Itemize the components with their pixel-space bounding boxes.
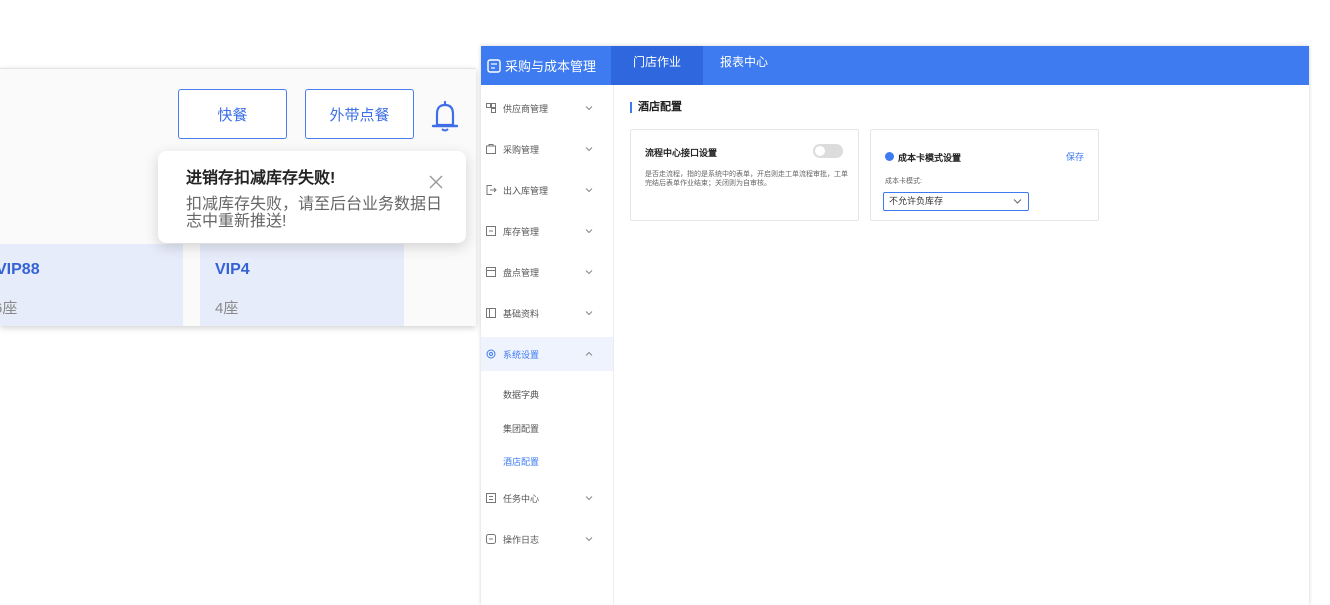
- sidebar-item-label: 库存管理: [503, 226, 540, 237]
- toast-title: 进销存扣减库存失败!: [186, 170, 336, 187]
- sidebar-item-purchase[interactable]: 采购管理: [481, 132, 613, 166]
- submenu-group-config[interactable]: 集团配置: [503, 422, 539, 435]
- sidebar-item-settings[interactable]: 系统设置: [481, 337, 613, 371]
- task-icon: [486, 493, 496, 503]
- chevron-down-icon: [1013, 199, 1022, 204]
- workflow-interface-card: 流程中心接口设置 是否走流程，指的是系统中的表单，开启则走工单流程审批，工单完结…: [630, 129, 859, 221]
- save-button[interactable]: 保存: [1066, 150, 1084, 163]
- chevron-down-icon: [585, 311, 593, 316]
- table-card[interactable]: VIP4 4座: [200, 244, 404, 326]
- cost-card-mode-select[interactable]: 不允许负库存: [883, 192, 1029, 211]
- sidebar-item-label: 基础资料: [503, 308, 540, 319]
- stocktake-icon: [486, 267, 496, 277]
- status-dot: [885, 152, 894, 161]
- field-label: 成本卡模式:: [885, 178, 922, 185]
- close-icon[interactable]: [428, 174, 444, 190]
- chevron-down-icon: [585, 537, 593, 542]
- brand-title: 采购与成本管理: [505, 59, 597, 74]
- table-name: VIP88: [0, 261, 40, 278]
- table-name: VIP4: [215, 261, 250, 278]
- submenu-hotel-config[interactable]: 酒店配置: [503, 455, 539, 468]
- settings-icon: [486, 349, 496, 359]
- tab-store-ops[interactable]: 门店作业: [611, 46, 703, 85]
- log-icon: [486, 534, 496, 544]
- workflow-toggle[interactable]: [813, 144, 843, 158]
- cost-card-mode-card: 成本卡模式设置 保存 成本卡模式: 不允许负库存: [870, 129, 1099, 221]
- inout-icon: [486, 185, 497, 195]
- sidebar-item-label: 供应商管理: [503, 103, 549, 114]
- sidebar-item-task-center[interactable]: 任务中心: [481, 481, 613, 515]
- sidebar-item-label: 采购管理: [503, 144, 540, 155]
- inventory-icon: [486, 226, 496, 236]
- takeout-button[interactable]: 外带点餐: [305, 89, 414, 139]
- sidebar-item-inout[interactable]: 出入库管理: [481, 173, 613, 207]
- sidebar-item-label: 盘点管理: [503, 267, 540, 278]
- card-description: 是否走流程，指的是系统中的表单，开启则走工单流程审批，工单完结后表单作业结束；关…: [645, 171, 848, 187]
- sidebar-item-supplier[interactable]: 供应商管理: [481, 91, 613, 125]
- sidebar-item-label: 出入库管理: [503, 185, 549, 196]
- select-value: 不允许负库存: [889, 196, 944, 206]
- tab-report-center[interactable]: 报表中心: [715, 46, 773, 85]
- card-title: 成本卡模式设置: [898, 153, 962, 163]
- chevron-down-icon: [585, 496, 593, 501]
- chevron-up-icon: [585, 351, 593, 356]
- table-card[interactable]: VIP88 6座: [0, 244, 183, 326]
- fast-food-button[interactable]: 快餐: [178, 89, 287, 139]
- sidebar-item-operation-log[interactable]: 操作日志: [481, 522, 613, 556]
- card-title: 流程中心接口设置: [645, 148, 718, 158]
- admin-app-window: 采购与成本管理 门店作业 报表中心 供应商管理 采购管理 出入库管理 库存管理 …: [481, 46, 1309, 605]
- sidebar-item-label: 任务中心: [503, 493, 540, 504]
- sidebar-item-basic-data[interactable]: 基础资料: [481, 296, 613, 330]
- page-title: 酒店配置: [630, 102, 682, 113]
- chevron-down-icon: [585, 188, 593, 193]
- supplier-icon: [486, 103, 496, 113]
- toast-message: 扣减库存失败，请至后台业务数据日志中重新推送!: [186, 196, 443, 230]
- bell-icon[interactable]: [428, 99, 462, 135]
- top-navbar: 采购与成本管理 门店作业 报表中心: [481, 46, 1309, 85]
- table-seats: 4座: [215, 300, 239, 317]
- chevron-down-icon: [585, 106, 593, 111]
- sidebar-item-inventory[interactable]: 库存管理: [481, 214, 613, 248]
- table-seats: 6座: [0, 300, 18, 317]
- sidebar-item-stocktake[interactable]: 盘点管理: [481, 255, 613, 289]
- brand[interactable]: 采购与成本管理: [481, 46, 609, 85]
- chevron-down-icon: [585, 147, 593, 152]
- app-logo-icon: [487, 58, 501, 73]
- submenu-data-dictionary[interactable]: 数据字典: [503, 388, 539, 401]
- sidebar-item-label: 系统设置: [503, 349, 540, 360]
- basic-data-icon: [486, 308, 496, 318]
- purchase-icon: [486, 144, 496, 154]
- chevron-down-icon: [585, 229, 593, 234]
- chevron-down-icon: [585, 270, 593, 275]
- sidebar: 供应商管理 采购管理 出入库管理 库存管理 盘点管理 基础资料 系统设置 数据字…: [481, 85, 614, 605]
- error-toast: 进销存扣减库存失败! 扣减库存失败，请至后台业务数据日志中重新推送!: [158, 151, 466, 243]
- sidebar-item-label: 操作日志: [503, 534, 540, 545]
